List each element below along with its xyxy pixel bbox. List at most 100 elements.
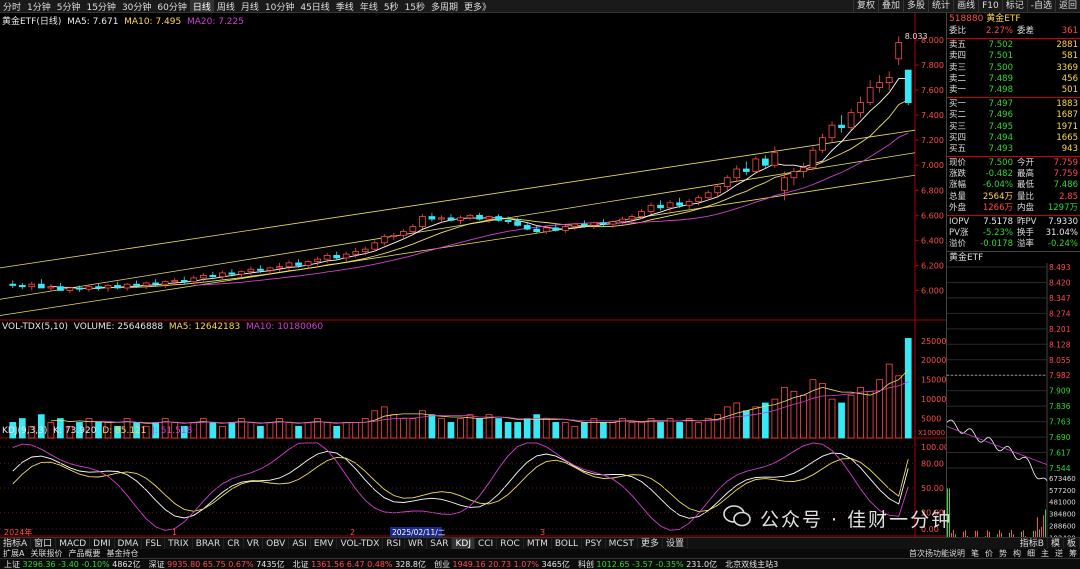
sub-right-0[interactable]: 首次扬功能说明 (906, 549, 968, 558)
sub-tab-0[interactable]: 扩展A (0, 549, 27, 558)
candle[interactable] (647, 202, 655, 215)
sub-tab-3[interactable]: 基金持仓 (103, 549, 141, 558)
indicator-tab-7[interactable]: BRAR (193, 538, 225, 549)
candle[interactable] (447, 214, 455, 222)
candle[interactable] (571, 222, 579, 231)
candle[interactable] (904, 69, 912, 106)
indicator-tab-2[interactable]: MACD (56, 538, 91, 549)
tool-button-0[interactable]: 复权 (853, 0, 878, 13)
tool-button-3[interactable]: 统计 (928, 0, 953, 13)
candle[interactable] (800, 162, 807, 178)
candle[interactable] (761, 155, 769, 168)
candle[interactable] (9, 280, 17, 288)
candle[interactable] (895, 36, 903, 66)
indicator-tab-0[interactable]: 指标A (0, 538, 32, 549)
period-tab-0[interactable]: 分时 (0, 0, 24, 13)
indicator-tab-1[interactable]: 窗口 (31, 538, 57, 549)
sub-right-1[interactable]: 笔 (968, 549, 982, 558)
indicator-tab-14[interactable]: RSI (383, 538, 406, 549)
candle[interactable] (28, 281, 36, 291)
indicator-right-2[interactable]: 板 (1064, 538, 1080, 549)
candle[interactable] (838, 115, 845, 133)
candle[interactable] (142, 281, 150, 290)
indicator-tab-12[interactable]: EMV (311, 538, 338, 549)
candle[interactable] (199, 272, 207, 282)
indicator-tab-15[interactable]: WR (405, 538, 428, 549)
indicator-tab-20[interactable]: MTM (524, 538, 552, 549)
sub-tab-1[interactable]: 关联报价 (27, 549, 65, 558)
candle[interactable] (466, 214, 474, 221)
candle[interactable] (123, 282, 131, 291)
candle[interactable] (733, 165, 741, 182)
candle[interactable] (457, 215, 464, 225)
candle[interactable] (600, 219, 607, 227)
tool-button-6[interactable]: 标记 (1001, 0, 1027, 13)
indicator-tab-11[interactable]: ASI (289, 538, 311, 549)
period-tab-14[interactable]: 15秒 (402, 0, 428, 13)
period-tab-5[interactable]: 60分钟 (154, 0, 189, 13)
index-quote[interactable]: 北证 1361.56 6.47 0.48% 328.8亿 (289, 559, 430, 569)
candle[interactable] (476, 212, 483, 221)
indicator-tab-4[interactable]: DMA (115, 538, 143, 549)
period-tab-1[interactable]: 1分钟 (24, 0, 54, 13)
indicator-tab-19[interactable]: ROC (497, 538, 524, 549)
candle[interactable] (714, 184, 722, 197)
tool-button-4[interactable]: 画线 (953, 0, 978, 13)
indicator-tab-9[interactable]: VR (244, 538, 264, 549)
candle[interactable] (685, 199, 693, 210)
candle[interactable] (847, 108, 855, 131)
candle[interactable] (876, 75, 884, 93)
candle[interactable] (885, 71, 893, 91)
candle[interactable] (285, 260, 293, 271)
indicator-tab-10[interactable]: OBV (263, 538, 290, 549)
sub-right-3[interactable]: 势 (996, 549, 1010, 558)
index-quote[interactable]: 深证 9935.80 65.75 0.67% 7435亿 (145, 559, 289, 569)
mini-intraday-chart[interactable]: 8.493 8.420 8.347 8.274 8.201 8.128 8.055 7.982… (947, 262, 1080, 563)
candle[interactable] (37, 279, 45, 289)
sub-right-6[interactable]: 主 (1038, 549, 1052, 558)
sub-right-2[interactable]: 价 (982, 549, 996, 558)
indicator-tab-3[interactable]: DMI (90, 538, 115, 549)
candle[interactable] (495, 214, 502, 222)
candle[interactable] (247, 266, 255, 276)
tool-button-1[interactable]: 叠加 (878, 0, 903, 13)
candle[interactable] (590, 221, 598, 230)
period-tab-16[interactable]: 更多》 (461, 0, 494, 13)
candle[interactable] (742, 161, 750, 176)
candle[interactable] (857, 96, 864, 118)
period-tab-11[interactable]: 季线 (333, 0, 357, 13)
candle[interactable] (399, 229, 407, 240)
kline-chart-area[interactable]: 8.000 7.800 7.600 7.400 7.200 7.000 6.800 6.600… (0, 13, 946, 537)
sub-right-8[interactable]: 筹 (1066, 549, 1080, 558)
candle[interactable] (752, 156, 760, 175)
candle[interactable] (819, 133, 826, 153)
indicator-tab-18[interactable]: CCI (475, 538, 498, 549)
candle[interactable] (114, 281, 121, 290)
candle[interactable] (723, 175, 731, 191)
index-quote[interactable]: 科创 1012.65 -3.57 -0.35% 231.0亿 (574, 559, 721, 569)
indicator-tab-13[interactable]: VOL-TDX (337, 538, 384, 549)
period-tab-12[interactable]: 年线 (357, 0, 381, 13)
indicator-tab-17[interactable]: KDJ (452, 538, 475, 549)
kline-chart-svg[interactable]: 8.0007.8007.6007.4007.2007.0006.8006.600… (0, 13, 946, 537)
indicator-right-1[interactable]: 模 (1048, 538, 1064, 549)
candle[interactable] (828, 121, 836, 143)
tool-button-2[interactable]: 多股 (903, 0, 928, 13)
candle[interactable] (152, 279, 160, 287)
candle[interactable] (866, 80, 874, 106)
indicator-tab-21[interactable]: BOLL (552, 538, 583, 549)
candle[interactable] (218, 270, 226, 280)
period-tab-10[interactable]: 45日线 (297, 0, 332, 13)
indicator-tab-24[interactable]: 更多 (638, 538, 663, 549)
candle[interactable] (485, 215, 493, 223)
tool-button-7[interactable]: -自选 (1026, 0, 1055, 13)
candle[interactable] (619, 216, 626, 226)
candle[interactable] (561, 225, 569, 233)
indicator-tab-22[interactable]: PSY (582, 538, 606, 549)
indicator-tab-5[interactable]: FSL (142, 538, 166, 549)
indicator-tab-16[interactable]: SAR (427, 538, 453, 549)
candle[interactable] (419, 214, 426, 230)
sub-right-5[interactable]: 细 (1024, 549, 1038, 558)
candle[interactable] (790, 167, 798, 186)
period-tab-6[interactable]: 日线 (189, 0, 214, 13)
